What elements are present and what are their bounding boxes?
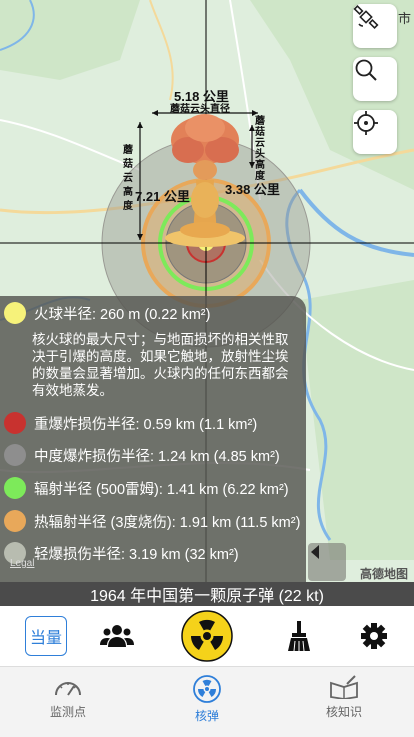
weapon-caption: 1964 年中国第一颗原子弹 (22 kt) <box>0 582 414 606</box>
cloud-height-caption: 蘑菇云高度 <box>123 145 133 212</box>
fireball-dot <box>4 302 26 324</box>
heavy-damage-dot <box>4 412 26 434</box>
book-icon <box>330 675 358 699</box>
settings-button[interactable] <box>358 606 390 666</box>
tab-knowledge[interactable]: 核知识 <box>294 675 394 720</box>
satellite-icon <box>353 4 379 30</box>
search-button[interactable] <box>353 57 397 101</box>
legend-medium: 中度爆炸损伤半径: 1.24 km (4.85 km²) <box>4 444 280 466</box>
radiation-tab-icon <box>193 675 221 703</box>
crosshair-icon <box>354 111 378 135</box>
cloud-width-caption: 蘑菇云头直径 <box>170 104 230 115</box>
toolbar: 当量 <box>0 606 414 666</box>
broom-icon <box>288 621 310 652</box>
gauge-icon <box>55 682 81 696</box>
legend-radiation: 辐射半径 (500雷姆): 1.41 km (6.22 km²) <box>4 477 289 499</box>
satellite-button[interactable] <box>353 4 397 48</box>
triangle-left-icon <box>311 545 319 559</box>
tab-bar: 监测点 核弹 核知识 <box>0 666 414 737</box>
detonate-button[interactable] <box>180 606 234 666</box>
tab-nuke-label: 核弹 <box>194 709 219 723</box>
people-button[interactable] <box>97 606 137 666</box>
legal-link[interactable]: Legal <box>10 558 34 569</box>
medium-damage-dot <box>4 444 26 466</box>
clear-button[interactable] <box>282 606 316 666</box>
thermal-dot <box>4 510 26 532</box>
legend-light-label: 轻爆损伤半径: 3.19 km (32 km²) <box>34 546 239 563</box>
legend-heavy-label: 重爆炸损伤半径: 0.59 km (1.1 km²) <box>34 416 258 433</box>
yield-button[interactable]: 当量 <box>24 606 68 666</box>
search-icon <box>355 59 377 81</box>
legend-radiation-label: 辐射半径 (500雷姆): 1.41 km (6.22 km²) <box>34 481 289 498</box>
tab-monitor[interactable]: 监测点 <box>18 675 118 720</box>
fireball-description: 核火球的最大尺寸；与地面损坏的相关性取决于引爆的高度。如果它触地，放射性尘埃的数… <box>32 332 289 398</box>
tab-nuke[interactable]: 核弹 <box>157 675 257 724</box>
people-icon <box>100 625 134 647</box>
legend-panel: 火球半径: 260 m (0.22 km²) 核火球的最大尺寸；与地面损坏的相关… <box>0 296 306 582</box>
cloud-height-label: 7.21 公里 <box>135 189 190 204</box>
tab-knowledge-label: 核知识 <box>325 705 362 719</box>
legend-thermal: 热辐射半径 (3度烧伤): 1.91 km (11.5 km²) <box>4 510 300 532</box>
radiation-icon <box>181 610 233 662</box>
cloud-head-height-caption: 蘑菇云头高度 <box>255 116 265 182</box>
legend-fireball: 火球半径: 260 m (0.22 km²) <box>4 302 210 324</box>
cloud-head-height-label: 3.38 公里 <box>225 182 280 197</box>
locate-button[interactable] <box>353 110 397 154</box>
city-label: 市 <box>398 11 412 26</box>
tab-monitor-label: 监测点 <box>49 705 86 719</box>
collapse-panel-button[interactable] <box>308 543 346 581</box>
legend-light: 轻爆损伤半径: 3.19 km (32 km²) <box>4 542 239 564</box>
gear-icon <box>361 623 387 649</box>
legend-thermal-label: 热辐射半径 (3度烧伤): 1.91 km (11.5 km²) <box>34 514 301 531</box>
yield-button-label: 当量 <box>25 616 67 656</box>
radiation-dot <box>4 477 26 499</box>
legend-fireball-label: 火球半径: 260 m (0.22 km²) <box>34 306 211 323</box>
legend-heavy: 重爆炸损伤半径: 0.59 km (1.1 km²) <box>4 412 257 434</box>
legend-medium-label: 中度爆炸损伤半径: 1.24 km (4.85 km²) <box>34 448 280 465</box>
map-provider-label: 高德地图 <box>360 567 409 581</box>
